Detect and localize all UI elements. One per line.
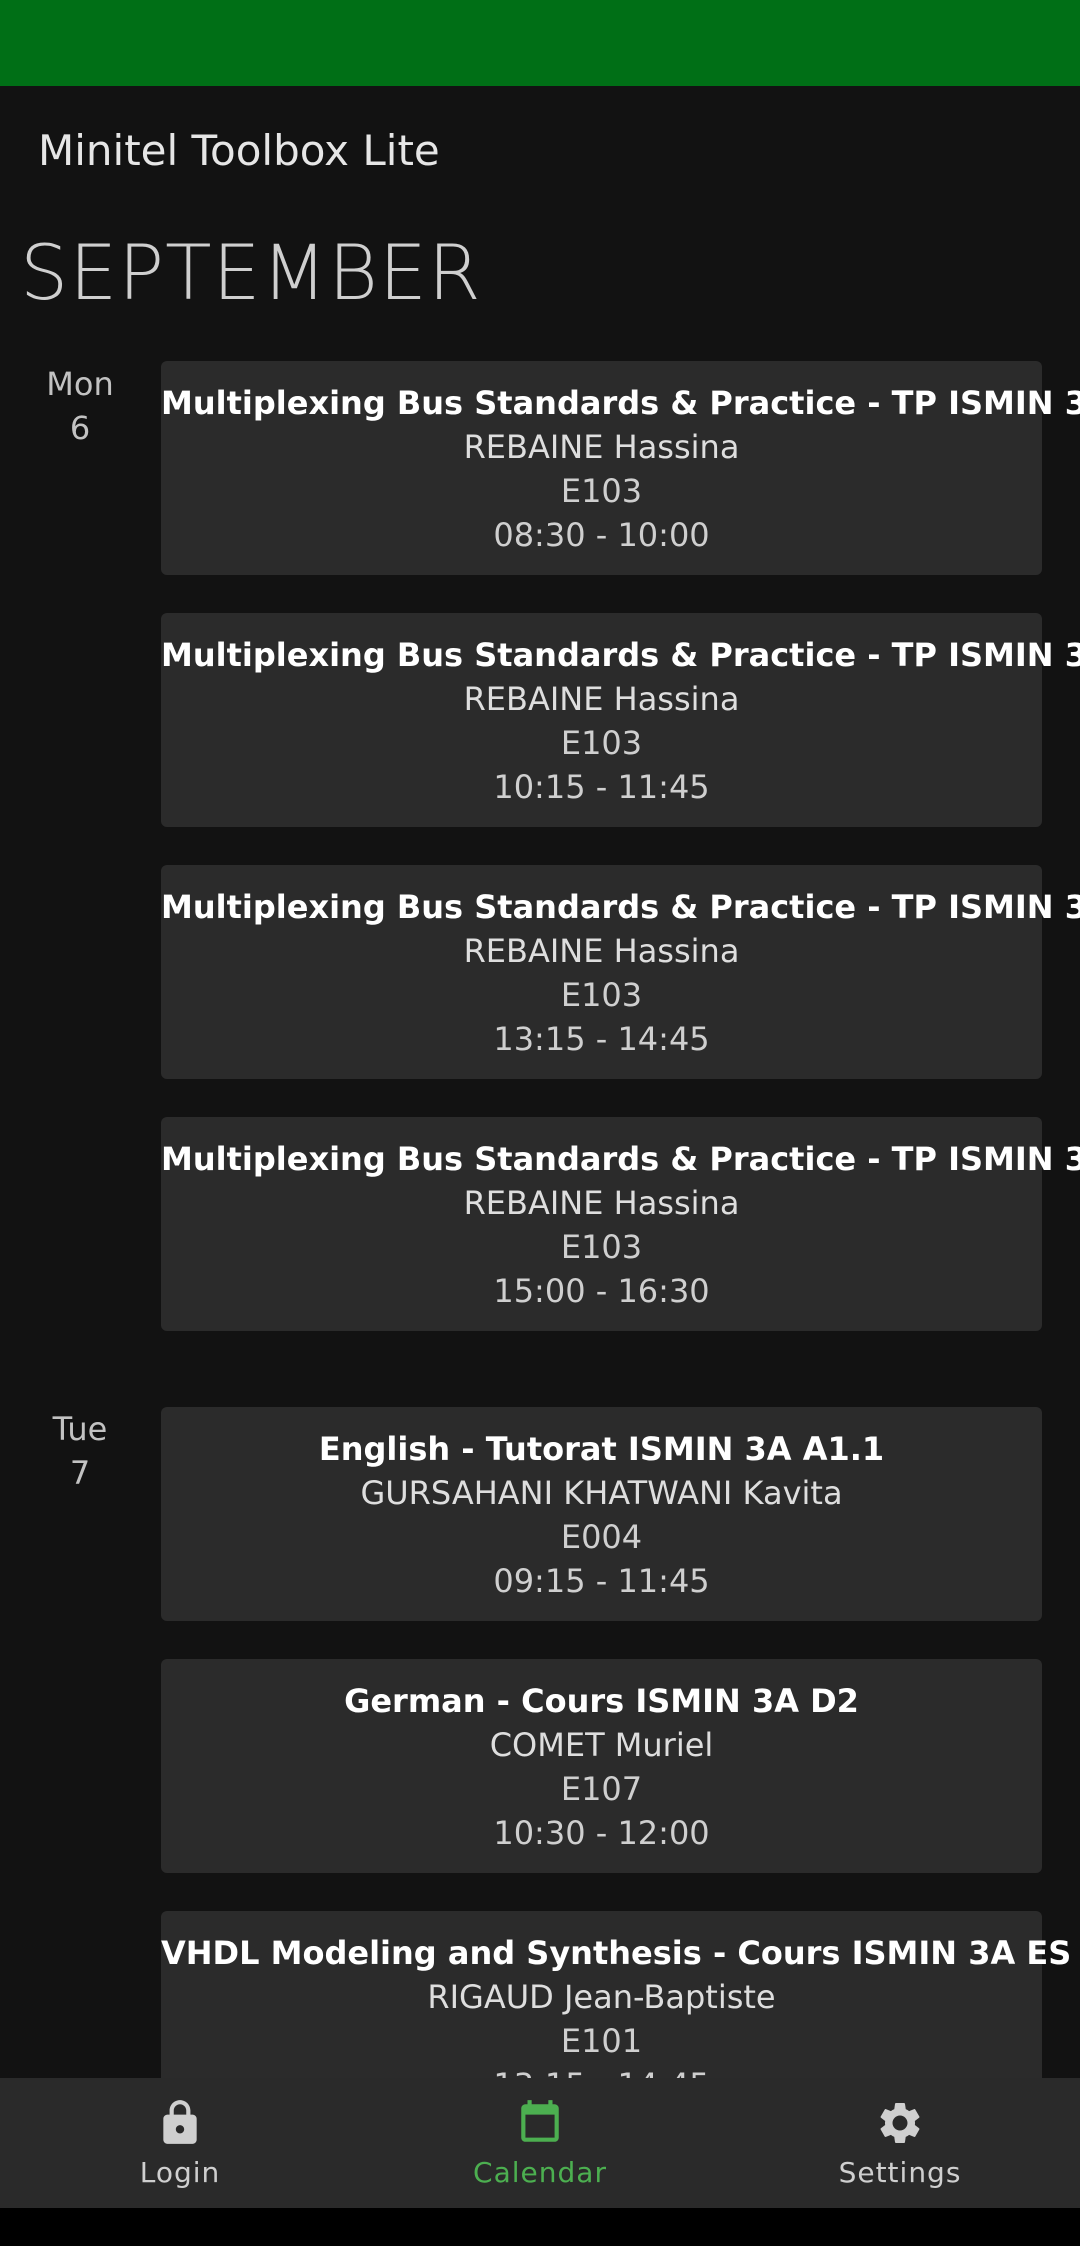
- event-title: Multiplexing Bus Standards & Practice - …: [161, 636, 1080, 674]
- app-title: Minitel Toolbox Lite: [38, 126, 440, 175]
- nav-label: Calendar: [473, 2156, 607, 2189]
- event-title: Multiplexing Bus Standards & Practice - …: [161, 888, 1080, 926]
- event-time: 09:15 - 11:45: [493, 1562, 710, 1600]
- nav-login[interactable]: Login: [0, 2078, 360, 2208]
- event-title: VHDL Modeling and Synthesis - Cours ISMI…: [161, 1934, 1072, 1972]
- event-room: E103: [560, 976, 643, 1014]
- event-card[interactable]: Multiplexing Bus Standards & Practice - …: [161, 1117, 1080, 1331]
- event-room: E107: [560, 1770, 643, 1808]
- nav-settings[interactable]: Settings: [720, 2078, 1080, 2208]
- system-navigation-bar: [0, 2208, 1080, 2246]
- event-title: Multiplexing Bus Standards & Practice - …: [161, 384, 1080, 422]
- event-room: E103: [560, 1228, 643, 1266]
- gear-icon: [880, 2103, 920, 2143]
- event-teacher: REBAINE Hassina: [463, 932, 740, 970]
- event-teacher: REBAINE Hassina: [463, 428, 740, 466]
- event-card[interactable]: English - Tutorat ISMIN 3A A1.1 GURSAHAN…: [161, 1407, 1042, 1621]
- event-teacher: REBAINE Hassina: [463, 1184, 740, 1222]
- event-time: 10:30 - 12:00: [493, 1814, 710, 1852]
- lock-icon: [163, 2100, 197, 2144]
- calendar-icon: [521, 2100, 559, 2142]
- event-teacher: GURSAHANI KHATWANI Kavita: [360, 1474, 843, 1512]
- event-time: 10:15 - 11:45: [493, 768, 710, 806]
- month-header: SEPTEMBER: [20, 228, 482, 317]
- event-card[interactable]: German - Cours ISMIN 3A D2 COMET Muriel …: [161, 1659, 1042, 1873]
- day-weekday: Tue: [52, 1410, 108, 1448]
- day-label: Mon 6: [30, 362, 130, 450]
- event-room: E103: [560, 724, 643, 762]
- day-date: 7: [69, 1454, 91, 1492]
- event-title: English - Tutorat ISMIN 3A A1.1: [318, 1430, 885, 1468]
- bottom-navigation: Login Calendar Settings: [0, 2078, 1080, 2208]
- event-card[interactable]: Multiplexing Bus Standards & Practice - …: [161, 361, 1080, 575]
- nav-calendar[interactable]: Calendar: [360, 2078, 720, 2208]
- day-label: Tue 7: [30, 1407, 130, 1495]
- event-time: 13:15 - 14:45: [493, 1020, 710, 1058]
- event-title: Multiplexing Bus Standards & Practice - …: [161, 1140, 1080, 1178]
- event-card[interactable]: VHDL Modeling and Synthesis - Cours ISMI…: [161, 1911, 1072, 2078]
- event-teacher: REBAINE Hassina: [463, 680, 740, 718]
- nav-label: Login: [139, 2156, 221, 2189]
- event-card[interactable]: Multiplexing Bus Standards & Practice - …: [161, 865, 1080, 1079]
- event-room: E004: [560, 1518, 643, 1556]
- event-title: German - Cours ISMIN 3A D2: [344, 1682, 859, 1720]
- event-teacher: RIGAUD Jean-Baptiste: [427, 1978, 776, 2016]
- event-time: 13:15 - 14:45: [161, 2063, 1042, 2078]
- calendar-scroll-area[interactable]: Minitel Toolbox Lite SEPTEMBER Mon 6 Mul…: [0, 0, 1080, 2078]
- event-room: E101: [560, 2022, 643, 2060]
- event-room: E103: [560, 472, 643, 510]
- event-time: 15:00 - 16:30: [493, 1272, 710, 1310]
- event-time: 08:30 - 10:00: [493, 516, 710, 554]
- event-teacher: COMET Muriel: [489, 1726, 714, 1764]
- day-weekday: Mon: [46, 365, 114, 403]
- event-card[interactable]: Multiplexing Bus Standards & Practice - …: [161, 613, 1080, 827]
- nav-label: Settings: [838, 2156, 962, 2189]
- day-date: 6: [69, 409, 91, 447]
